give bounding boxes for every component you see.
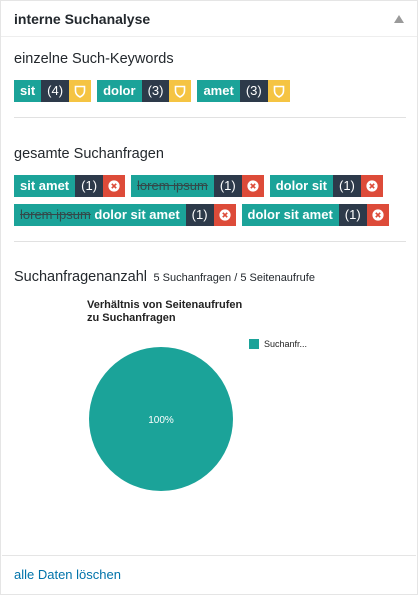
query-text: sit amet [20, 178, 70, 193]
pie-slice-label: 100% [148, 415, 174, 426]
shield-icon[interactable] [267, 80, 290, 102]
remove-icon[interactable] [103, 175, 126, 197]
keyword-tag-list: sit (4) dolor (3) amet (3) [14, 80, 296, 102]
query-tag: sit amet (1) [14, 175, 126, 197]
keyword-tag: dolor (3) [97, 80, 192, 102]
query-tag: dolor sit amet (1) [241, 204, 389, 226]
widget-title: interne Suchanalyse [14, 10, 151, 27]
shield-icon[interactable] [169, 80, 192, 102]
footer-divider [2, 555, 416, 556]
query-text: dolor sit [275, 178, 327, 193]
query-count: (1) [75, 175, 104, 197]
collapse-arrow-icon[interactable] [393, 13, 405, 25]
query-tag: lorem ipsum (1) [131, 175, 264, 197]
keyword-label[interactable]: dolor [97, 80, 142, 102]
pie-chart: Verhältnis von Seitenaufrufen zu Suchanf… [14, 291, 406, 541]
keyword-label[interactable]: sit [14, 80, 42, 102]
remove-icon[interactable] [213, 204, 236, 226]
query-label[interactable]: lorem ipsum dolor sit amet [14, 204, 186, 226]
keyword-tag: amet (3) [197, 80, 290, 102]
keyword-label[interactable]: amet [197, 80, 240, 102]
query-struck-text: lorem ipsum [20, 207, 91, 222]
pie-svg: 100% [89, 347, 233, 491]
remove-icon[interactable] [366, 204, 389, 226]
keyword-count: (4) [41, 80, 70, 102]
query-tag-row: lorem ipsum dolor sit amet (1) dolor sit… [14, 204, 395, 226]
keywords-section-title: einzelne Such-Keywords [14, 51, 174, 67]
keyword-count: (3) [141, 80, 170, 102]
query-text: dolor sit amet [90, 207, 180, 222]
remove-icon[interactable] [360, 175, 383, 197]
remove-icon[interactable] [241, 175, 264, 197]
search-count-stats: 5 Suchanfragen / 5 Seitenaufrufe [153, 272, 315, 284]
query-tag-row: sit amet (1) lorem ipsum (1) dolor sit (… [14, 175, 389, 197]
delete-all-data-link[interactable]: alle Daten löschen [14, 567, 121, 582]
keyword-count: (3) [239, 80, 268, 102]
section-divider [14, 241, 406, 242]
query-count: (1) [338, 204, 367, 226]
query-count: (1) [185, 204, 214, 226]
query-label[interactable]: sit amet [14, 175, 76, 197]
queries-section-title: gesamte Suchanfragen [14, 146, 164, 162]
shield-icon[interactable] [69, 80, 92, 102]
query-count: (1) [333, 175, 361, 197]
query-label[interactable]: dolor sit [269, 175, 333, 197]
search-analysis-widget: interne Suchanalyse einzelne Such-Keywor… [0, 0, 418, 595]
search-count-label: Suchanfragenanzahl [14, 269, 148, 285]
query-label[interactable]: lorem ipsum [131, 175, 214, 197]
query-tag: lorem ipsum dolor sit amet (1) [14, 204, 236, 226]
section-divider [14, 117, 406, 118]
query-tag: dolor sit (1) [269, 175, 383, 197]
keyword-tag: sit (4) [14, 80, 92, 102]
query-label[interactable]: dolor sit amet [241, 204, 339, 226]
query-count: (1) [213, 175, 242, 197]
widget-header[interactable]: interne Suchanalyse [1, 1, 417, 37]
search-count-line: Suchanfragenanzahl 5 Suchanfragen / 5 Se… [14, 268, 315, 286]
query-struck-text: lorem ipsum [137, 178, 208, 193]
query-text: dolor sit amet [247, 207, 333, 222]
